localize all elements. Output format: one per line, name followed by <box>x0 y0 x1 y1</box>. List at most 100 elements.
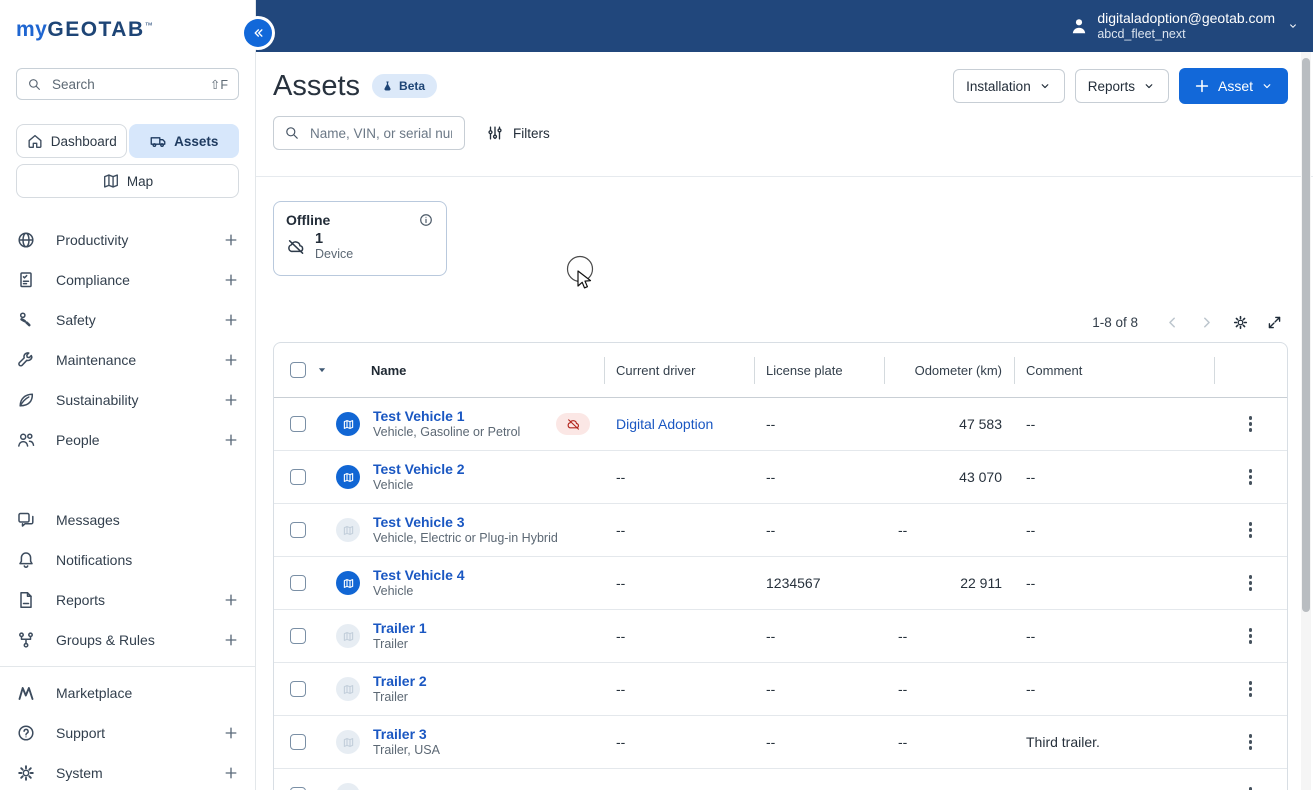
asset-search-input[interactable] <box>308 124 454 142</box>
page-header: Assets Beta Installation Reports Asset <box>256 52 1313 104</box>
sidebar-item-label: Productivity <box>56 232 129 248</box>
next-page-button[interactable] <box>1192 308 1220 336</box>
previous-page-button[interactable] <box>1158 308 1186 336</box>
row-actions-kebab-menu[interactable] <box>1243 463 1259 491</box>
expand-plus-icon[interactable] <box>223 392 239 408</box>
row-actions-kebab-menu[interactable] <box>1243 728 1259 756</box>
map-glyph-icon <box>341 682 356 697</box>
sidebar-item-system[interactable]: System <box>0 753 255 790</box>
current-driver-cell[interactable]: Digital Adoption <box>604 416 754 432</box>
row-actions-kebab-menu[interactable] <box>1243 781 1259 790</box>
current-driver-cell: -- <box>616 575 626 591</box>
asset-name-link[interactable]: Test Vehicle 3 <box>373 514 558 530</box>
table-settings-button[interactable] <box>1226 308 1254 336</box>
selection-menu-caret-icon[interactable] <box>315 363 329 377</box>
column-header-odometer[interactable]: Odometer (km) <box>884 343 1014 397</box>
expand-plus-icon[interactable] <box>223 272 239 288</box>
gear-icon <box>1232 314 1249 331</box>
asset-name-link[interactable]: Trailer 1 <box>373 620 427 636</box>
sidebar-search-box[interactable]: ⇧F <box>16 68 239 100</box>
sidebar-collapse-button[interactable] <box>244 19 272 47</box>
sidebar-item-label: Notifications <box>56 552 133 568</box>
filters-button[interactable]: Filters <box>486 124 550 142</box>
odometer-cell: 22 911 <box>960 575 1002 591</box>
asset-map-icon-inactive <box>336 624 360 648</box>
page-title: Assets <box>273 69 361 102</box>
sidebar-item-notifications[interactable]: Notifications <box>0 540 255 580</box>
comment-cell: -- <box>1026 469 1036 485</box>
quick-nav: Dashboard Assets Map <box>16 124 239 198</box>
column-header-comment[interactable]: Comment <box>1014 343 1214 397</box>
expand-plus-icon[interactable] <box>223 725 239 741</box>
row-actions-kebab-menu[interactable] <box>1243 622 1259 650</box>
offline-summary-card[interactable]: Offline 1 Device <box>273 201 447 276</box>
wrench-icon <box>16 350 36 370</box>
row-actions-kebab-menu[interactable] <box>1243 410 1259 438</box>
sidebar-item-maintenance[interactable]: Maintenance <box>0 340 255 380</box>
sidebar-item-map[interactable]: Map <box>16 164 239 198</box>
select-all-checkbox[interactable] <box>290 362 306 378</box>
column-header-license[interactable]: License plate <box>754 343 884 397</box>
expand-plus-icon[interactable] <box>223 765 239 781</box>
account-menu[interactable]: digitaladoption@geotab.com abcd_fleet_ne… <box>1069 10 1299 42</box>
expand-plus-icon[interactable] <box>223 592 239 608</box>
odometer-cell: -- <box>898 522 908 538</box>
expand-table-button[interactable] <box>1260 308 1288 336</box>
expand-plus-icon[interactable] <box>223 352 239 368</box>
column-header-driver[interactable]: Current driver <box>604 343 754 397</box>
sidebar-item-messages[interactable]: Messages <box>0 500 255 540</box>
row-checkbox[interactable] <box>290 681 306 697</box>
expand-plus-icon[interactable] <box>223 632 239 648</box>
asset-name-link[interactable]: Test Vehicle 1 <box>373 408 520 424</box>
info-icon[interactable] <box>418 212 434 228</box>
comment-cell: -- <box>1026 628 1036 644</box>
column-header-name[interactable]: Name <box>331 343 604 397</box>
sidebar-search-input[interactable] <box>50 75 202 93</box>
row-checkbox[interactable] <box>290 469 306 485</box>
map-glyph-icon <box>341 470 356 485</box>
row-checkbox[interactable] <box>290 628 306 644</box>
row-actions-kebab-menu[interactable] <box>1243 675 1259 703</box>
row-checkbox[interactable] <box>290 575 306 591</box>
sidebar-item-sustainability[interactable]: Sustainability <box>0 380 255 420</box>
comment-cell: Third trailer. <box>1026 734 1100 750</box>
sidebar-item-assets[interactable]: Assets <box>128 124 239 158</box>
asset-search-box[interactable] <box>273 116 465 150</box>
reports-button[interactable]: Reports <box>1074 69 1169 103</box>
row-checkbox[interactable] <box>290 734 306 750</box>
sidebar-item-groups-rules[interactable]: Groups & Rules <box>0 620 255 660</box>
asset-name-link[interactable]: Test Vehicle 4 <box>373 567 465 583</box>
sidebar-item-safety[interactable]: Safety <box>0 300 255 340</box>
asset-map-icon-inactive <box>336 730 360 754</box>
sidebar-item-marketplace[interactable]: Marketplace <box>0 673 255 713</box>
sidebar-item-support[interactable]: Support <box>0 713 255 753</box>
expand-plus-icon[interactable] <box>223 432 239 448</box>
expand-plus-icon[interactable] <box>223 312 239 328</box>
table-row: Test Vehicle 1 Vehicle, Gasoline or Petro… <box>274 398 1287 451</box>
sidebar-item-people[interactable]: People <box>0 420 255 460</box>
add-asset-button[interactable]: Asset <box>1178 68 1288 104</box>
search-icon <box>27 77 42 92</box>
dashboard-label: Dashboard <box>50 133 117 149</box>
asset-name-link[interactable]: Trailer 2 <box>373 673 427 689</box>
map-glyph-icon <box>341 629 356 644</box>
scrollbar-thumb[interactable] <box>1302 58 1310 612</box>
expand-icon <box>1266 314 1283 331</box>
expand-plus-icon[interactable] <box>223 232 239 248</box>
sidebar-item-reports[interactable]: Reports <box>0 580 255 620</box>
asset-name-link[interactable]: Test Vehicle 2 <box>373 461 465 477</box>
current-driver-cell: -- <box>616 734 626 750</box>
asset-name-link[interactable]: Trailer 3 <box>373 726 440 742</box>
asset-map-icon <box>336 571 360 595</box>
row-actions-kebab-menu[interactable] <box>1243 569 1259 597</box>
row-checkbox[interactable] <box>290 416 306 432</box>
row-actions-kebab-menu[interactable] <box>1243 516 1259 544</box>
license-plate-cell: -- <box>766 522 776 538</box>
row-checkbox[interactable] <box>290 522 306 538</box>
installation-button[interactable]: Installation <box>953 69 1065 103</box>
sidebar-item-productivity[interactable]: Productivity <box>0 220 255 260</box>
offline-card-title: Offline <box>286 212 331 228</box>
hierarchy-icon <box>16 630 36 650</box>
sidebar-item-compliance[interactable]: Compliance <box>0 260 255 300</box>
sidebar-item-dashboard[interactable]: Dashboard <box>16 124 127 158</box>
